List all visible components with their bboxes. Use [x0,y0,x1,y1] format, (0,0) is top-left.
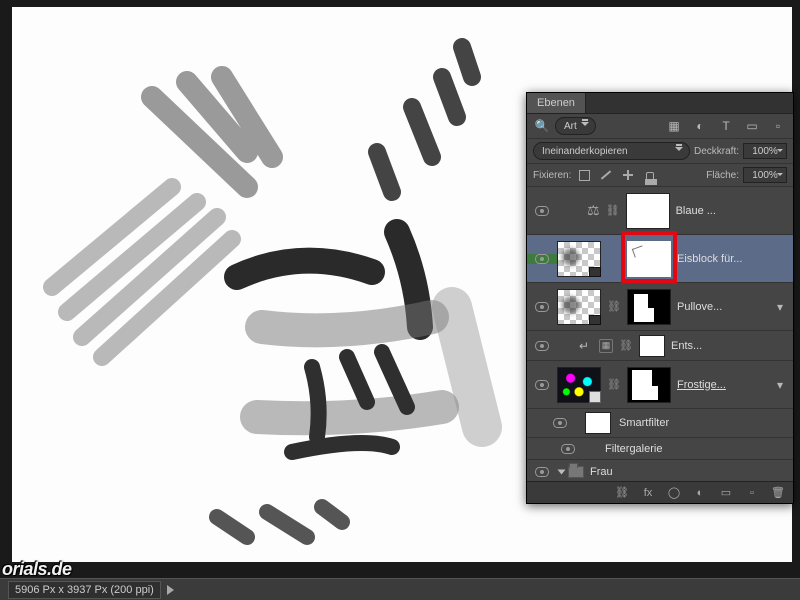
eye-icon[interactable] [535,380,549,390]
fx-chevron-icon[interactable]: ▾ [771,377,789,393]
link-layers-icon[interactable]: ⛓ [615,486,629,500]
eye-icon[interactable] [535,254,549,264]
text-filter-icon[interactable]: T [717,118,735,134]
group-label: Frau [590,466,793,478]
layer-row-pullover[interactable]: ⛓ Pullove... ▾ [527,283,793,331]
eye-icon[interactable] [535,467,549,477]
watermark: orials.de [2,559,72,580]
balance-icon: ⚖ [587,202,600,219]
opacity-label: Deckkraft: [694,146,739,157]
panel-tabs: Ebenen [527,93,793,114]
layer-row-frostige[interactable]: ⛓ Frostige... ▾ [527,361,793,409]
tab-layers[interactable]: Ebenen [527,93,586,113]
layer-filter-dropdown[interactable]: Art [555,117,596,135]
blend-mode-dropdown[interactable]: Ineinanderkopieren [533,142,690,160]
eye-icon[interactable] [535,206,549,216]
layer-row-blaue[interactable]: ⚖ ⛓ Blaue ... [527,187,793,235]
mask-button[interactable]: ◯ [667,486,681,500]
status-bar: 5906 Px x 3937 Px (200 ppi) [0,578,800,600]
lock-transparency-icon[interactable] [575,167,593,183]
eye-icon[interactable] [553,418,567,428]
grid-icon: ▦ [599,339,613,353]
smartfilter-row[interactable]: Smartfilter [527,409,793,438]
eye-icon[interactable] [561,444,575,454]
adjustment-button[interactable]: ◐ [693,486,707,500]
layer-label: Ents... [671,340,789,352]
blend-row: Ineinanderkopieren Deckkraft: 100% [527,139,793,164]
layer-label: Pullove... [677,301,765,313]
layer-thumb[interactable] [557,241,601,277]
mask-thumb[interactable] [627,367,671,403]
layer-row-ents[interactable]: ↵ ▦ ⛓ Ents... [527,331,793,361]
folder-icon [568,466,584,478]
image-filter-icon[interactable]: ▦ [665,118,683,134]
mask-thumb[interactable] [627,241,671,277]
link-icon: ⛓ [607,300,621,313]
smartfilter-thumb[interactable] [585,412,611,434]
layer-label: Blaue ... [676,205,789,217]
new-layer-button[interactable]: ▫ [745,486,759,500]
filter-row: 🔍 Art ▦ ◐ T ▭ ▫ [527,114,793,139]
adjustment-filter-icon[interactable]: ◐ [691,118,709,134]
clip-icon: ↵ [575,338,593,354]
chevron-down-icon[interactable] [558,469,566,474]
link-icon: ⛓ [606,204,620,217]
mask-thumb[interactable] [626,193,670,229]
link-icon: ⛓ [607,378,621,391]
layer-label: Frostige... [677,379,765,391]
filter-item[interactable]: Filtergalerie [527,438,793,460]
fill-input[interactable]: 100% [743,167,787,183]
search-icon: 🔍 [533,118,551,134]
document-dimensions: 5906 Px x 3937 Px (200 ppi) [8,581,161,599]
smartobject-filter-icon[interactable]: ▫ [769,118,787,134]
layer-label: Eisblock für... [677,253,789,265]
lock-label: Fixieren: [533,170,571,181]
lock-row: Fixieren: Fläche: 100% [527,164,793,187]
lock-all-icon[interactable] [641,167,659,183]
link-icon: ⛓ [619,339,633,352]
filter-label: Filtergalerie [605,443,787,455]
lock-position-icon[interactable] [619,167,637,183]
fill-label: Fläche: [706,170,739,181]
layer-thumb[interactable] [557,289,601,325]
eye-icon[interactable] [535,302,549,312]
layer-group-frau[interactable]: Frau [527,460,793,481]
eye-icon[interactable] [535,341,549,351]
opacity-input[interactable]: 100% [743,143,787,159]
layers-list: ⚖ ⛓ Blaue ... Eisblock für... ⛓ Pul [527,187,793,481]
panel-footer: ⛓ fx ◯ ◐ ▭ ▫ 🗑 [527,481,793,503]
layer-thumb[interactable] [557,367,601,403]
trash-icon[interactable]: 🗑 [771,486,785,500]
mask-thumb[interactable] [639,335,665,357]
layer-row-eisblock[interactable]: Eisblock für... [527,235,793,283]
shape-filter-icon[interactable]: ▭ [743,118,761,134]
play-icon[interactable] [167,585,174,595]
fx-button[interactable]: fx [641,486,655,500]
lock-pixels-icon[interactable] [597,167,615,183]
layers-panel: Ebenen 🔍 Art ▦ ◐ T ▭ ▫ Ineinanderkopiere… [526,92,794,504]
group-button[interactable]: ▭ [719,486,733,500]
smartfilter-label: Smartfilter [619,417,787,429]
mask-thumb[interactable] [627,289,671,325]
fx-icon[interactable]: ▾ [771,299,789,315]
